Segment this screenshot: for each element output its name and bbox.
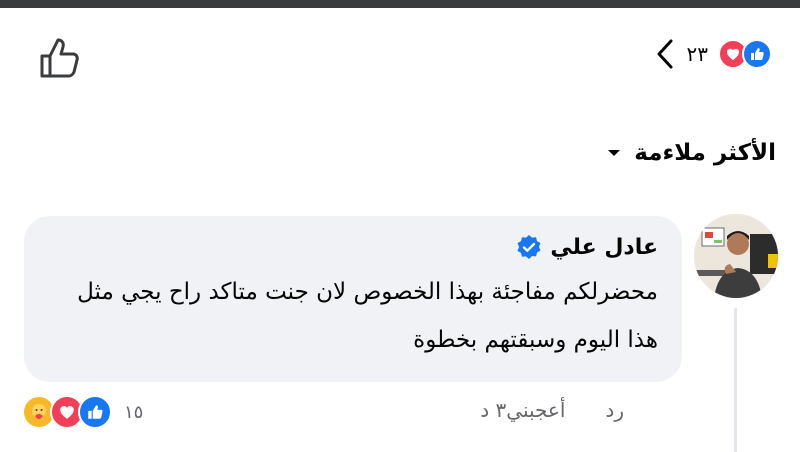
comment-bubble[interactable]: عادل علي محضرلكم مفاجئة بهذا الخصوص لان …: [24, 216, 682, 382]
back-chevron-icon[interactable]: [653, 36, 677, 72]
chevron-down-icon: [608, 150, 621, 156]
comment-text: محضرلكم مفاجئة بهذا الخصوص لان جنت متاكد…: [77, 279, 658, 353]
post-reactions-summary[interactable]: ٢٣: [653, 36, 772, 72]
comment-actions: ٣ د أعجبني رد: [480, 398, 662, 422]
avatar[interactable]: [694, 214, 778, 298]
comment-time: ٣ د: [480, 398, 507, 422]
top-status-strip: [0, 0, 800, 8]
thread-line: [734, 308, 737, 452]
like-icon: [78, 395, 112, 429]
post-reaction-count: ٢٣: [686, 42, 708, 66]
comment-author-row: عادل علي: [48, 230, 658, 264]
sort-dropdown[interactable]: الأكثر ملاءمة: [606, 140, 776, 166]
sort-label: الأكثر ملاءمة: [634, 140, 776, 166]
comment-author[interactable]: عادل علي: [550, 235, 658, 260]
comment-reactions-summary[interactable]: ١٥: [22, 394, 143, 430]
comment-like-button[interactable]: أعجبني: [506, 398, 565, 422]
verified-badge-icon: [517, 235, 541, 259]
comment-reaction-count: ١٥: [124, 401, 144, 423]
comment-reply-button[interactable]: رد: [605, 398, 624, 422]
like-icon: [742, 39, 772, 69]
like-post-button[interactable]: [38, 36, 84, 80]
